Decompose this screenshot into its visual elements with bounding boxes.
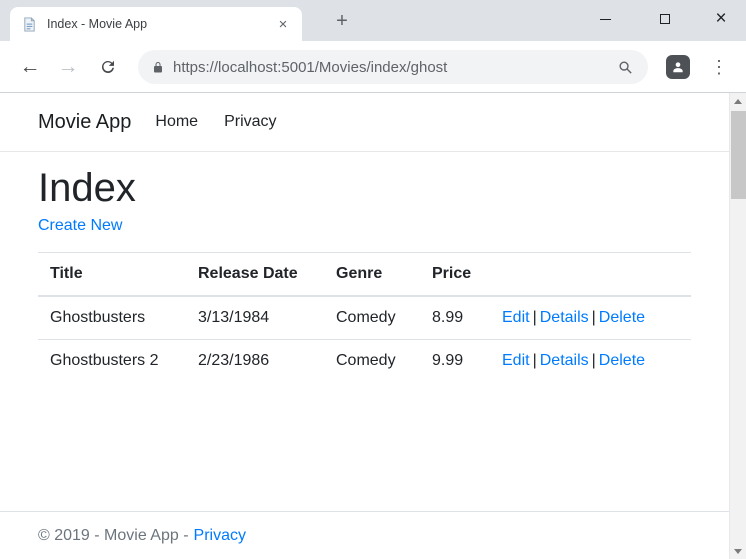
minimize-button[interactable] [584, 4, 626, 34]
cell-genre: Comedy [324, 295, 420, 340]
header-release-date: Release Date [186, 252, 324, 297]
scroll-down-icon [734, 548, 742, 554]
header-actions [490, 252, 691, 297]
maximize-button[interactable] [644, 4, 686, 34]
action-separator: | [591, 352, 596, 369]
footer-privacy-link[interactable]: Privacy [194, 527, 246, 545]
browser-toolbar: ← → https://localhost:5001/Movies/index/… [0, 41, 746, 93]
details-link[interactable]: Details [540, 309, 589, 326]
scroll-thumb[interactable] [731, 111, 746, 199]
back-button[interactable]: ← [16, 53, 44, 81]
site-navbar: Movie App Home Privacy [0, 93, 729, 152]
header-price: Price [420, 252, 490, 297]
page-viewport: Movie App Home Privacy Index Create New … [0, 93, 729, 559]
table-header-row: Title Release Date Genre Price [38, 252, 691, 297]
tab-strip: Index - Movie App × + × [0, 0, 746, 41]
delete-link[interactable]: Delete [599, 352, 645, 369]
cell-price: 8.99 [420, 295, 490, 340]
forward-button[interactable]: → [54, 53, 82, 81]
cell-release-date: 2/23/1986 [186, 339, 324, 382]
nav-link-privacy[interactable]: Privacy [224, 113, 276, 131]
profile-icon [673, 62, 683, 73]
scroll-down-button[interactable] [730, 543, 746, 559]
action-separator: | [591, 309, 596, 326]
reload-button[interactable] [94, 53, 122, 81]
details-link[interactable]: Details [540, 352, 589, 369]
table-row: Ghostbusters 2 2/23/1986 Comedy 9.99 Edi… [38, 339, 691, 382]
action-separator: | [532, 352, 537, 369]
edit-link[interactable]: Edit [502, 352, 530, 369]
cell-price: 9.99 [420, 339, 490, 382]
browser-chrome: Index - Movie App × + × ← → https://loca… [0, 0, 746, 93]
scrollbar[interactable] [729, 93, 746, 559]
movies-table: Title Release Date Genre Price Ghostbust… [38, 252, 691, 382]
maximize-icon [660, 14, 670, 24]
cell-actions: Edit | Details | Delete [490, 295, 691, 340]
lock-icon [152, 61, 164, 74]
cell-title: Ghostbusters 2 [38, 339, 186, 382]
main-content: Index Create New Title Release Date Genr… [0, 152, 729, 382]
address-bar[interactable]: https://localhost:5001/Movies/index/ghos… [138, 50, 648, 84]
search-icon[interactable] [617, 59, 634, 76]
header-title: Title [38, 252, 186, 297]
brand-link[interactable]: Movie App [38, 111, 131, 134]
close-window-button[interactable]: × [700, 4, 742, 34]
scroll-up-button[interactable] [730, 93, 746, 109]
cell-actions: Edit | Details | Delete [490, 339, 691, 382]
reload-icon [101, 60, 114, 73]
tab-close-icon[interactable]: × [274, 15, 292, 33]
cell-release-date: 3/13/1984 [186, 295, 324, 340]
nav-link-home[interactable]: Home [155, 113, 198, 131]
footer-copyright: © 2019 - Movie App - [38, 526, 189, 544]
scroll-up-icon [734, 98, 742, 104]
browser-tab[interactable]: Index - Movie App × [10, 7, 302, 41]
header-genre: Genre [324, 252, 420, 297]
url-text: https://localhost:5001/Movies/index/ghos… [173, 58, 448, 76]
browser-menu-button[interactable]: ⋮ [704, 51, 734, 83]
site-footer: © 2019 - Movie App - Privacy [0, 511, 729, 559]
cell-title: Ghostbusters [38, 295, 186, 340]
new-tab-button[interactable]: + [330, 9, 354, 33]
delete-link[interactable]: Delete [599, 309, 645, 326]
table-row: Ghostbusters 3/13/1984 Comedy 8.99 Edit |… [38, 295, 691, 340]
profile-button[interactable] [666, 55, 690, 79]
edit-link[interactable]: Edit [502, 309, 530, 326]
create-new-link[interactable]: Create New [38, 216, 122, 236]
page-title: Index [38, 166, 136, 210]
action-separator: | [532, 309, 537, 326]
tab-title: Index - Movie App [47, 17, 148, 31]
cell-genre: Comedy [324, 339, 420, 382]
minimize-icon [599, 18, 611, 20]
tab-favicon [22, 16, 37, 32]
